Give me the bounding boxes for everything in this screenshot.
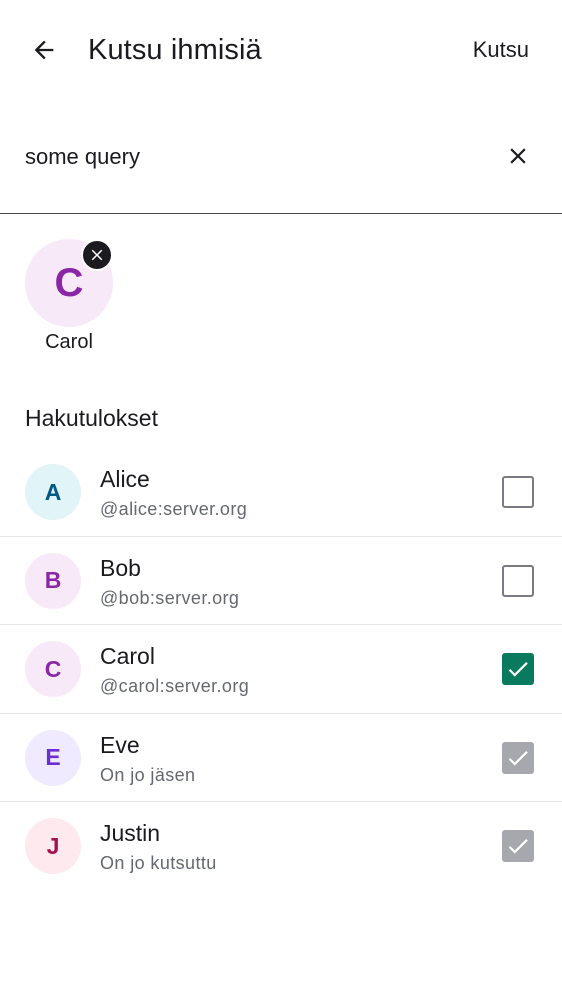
- user-name: Carol: [100, 643, 155, 669]
- user-name: Bob: [100, 554, 141, 581]
- checkmark-icon: [508, 839, 528, 854]
- user-id: @carol:server.org: [100, 676, 250, 696]
- invite-button[interactable]: Kutsu: [473, 34, 529, 66]
- user-name: Eve: [100, 731, 140, 758]
- avatar: B: [25, 552, 81, 609]
- user-id: @bob:server.org: [100, 587, 240, 608]
- section-title: Hakutulokset: [25, 405, 158, 431]
- membership-status: On jo kutsuttu: [100, 853, 217, 873]
- arrow-back-icon: [34, 40, 54, 60]
- avatar: A: [25, 464, 81, 520]
- select-checkbox: [502, 741, 534, 774]
- clear-search-button[interactable]: [500, 138, 536, 174]
- avatar: J: [25, 818, 81, 874]
- list-item[interactable]: B Bob @bob:server.org: [0, 537, 562, 625]
- user-name: Justin: [100, 820, 161, 846]
- select-checkbox: [502, 830, 534, 862]
- page-title: Kutsu ihmisiä: [88, 34, 262, 66]
- close-icon: [91, 249, 103, 261]
- select-checkbox[interactable]: [502, 476, 534, 508]
- close-icon: [510, 148, 526, 164]
- search-bar[interactable]: some query: [0, 112, 562, 214]
- checkmark-icon: [508, 750, 528, 766]
- remove-selected-button[interactable]: [81, 239, 113, 271]
- avatar: C: [25, 641, 81, 697]
- select-checkbox[interactable]: [502, 653, 534, 685]
- membership-status: On jo jäsen: [100, 764, 196, 785]
- search-input[interactable]: some query: [25, 142, 140, 172]
- user-name: Alice: [100, 466, 150, 492]
- search-results-list: A Alice @alice:server.org B Bob @bob:ser…: [0, 448, 562, 891]
- back-button[interactable]: [24, 30, 64, 70]
- select-checkbox[interactable]: [502, 564, 534, 597]
- checkmark-icon: [508, 662, 528, 677]
- selected-user-chip: C Carol: [25, 239, 113, 353]
- user-id: @alice:server.org: [100, 499, 248, 519]
- list-item[interactable]: A Alice @alice:server.org: [0, 448, 562, 537]
- list-item[interactable]: C Carol @carol:server.org: [0, 625, 562, 714]
- list-item[interactable]: E Eve On jo jäsen: [0, 714, 562, 802]
- list-item[interactable]: J Justin On jo kutsuttu: [0, 802, 562, 891]
- selected-user-name: Carol: [45, 331, 93, 353]
- avatar: E: [25, 729, 81, 786]
- top-app-bar: Kutsu ihmisiä Kutsu: [0, 0, 562, 100]
